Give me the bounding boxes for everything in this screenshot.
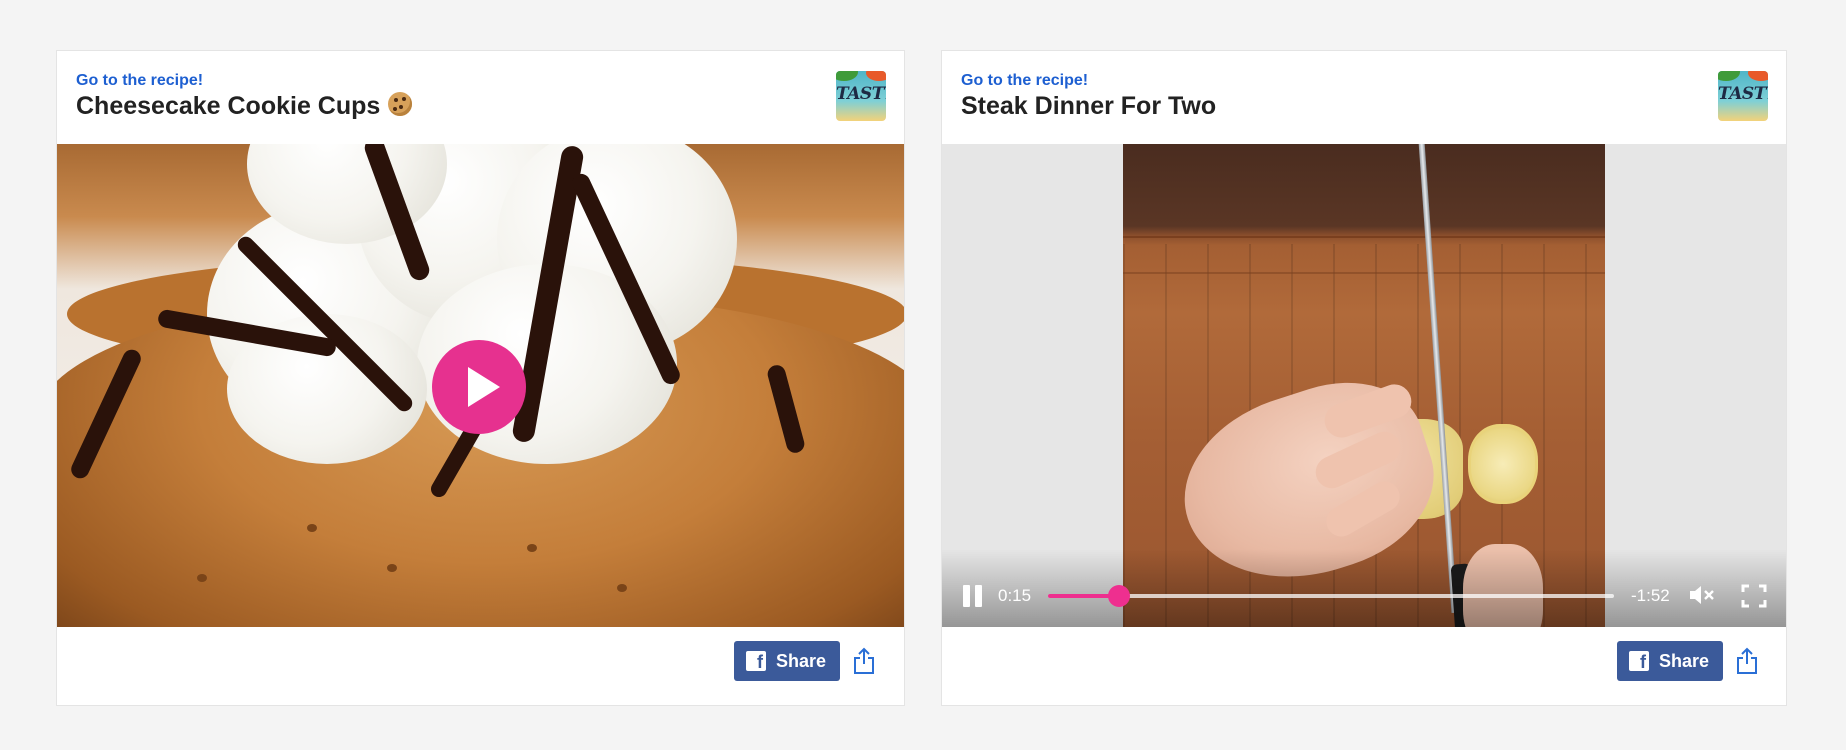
facebook-icon: f bbox=[746, 651, 766, 671]
facebook-share-button[interactable]: f Share bbox=[1617, 641, 1724, 681]
share-label: Share bbox=[776, 650, 827, 671]
cookie-icon bbox=[388, 92, 413, 116]
recipe-title-text: Cheesecake Cookie Cups bbox=[76, 92, 381, 120]
go-to-recipe-link[interactable]: Go to the recipe! bbox=[961, 72, 1088, 90]
card-footer: f Share bbox=[942, 625, 1786, 705]
recipe-video-thumbnail[interactable] bbox=[57, 144, 904, 627]
card-header: Go to the recipe! Cheesecake Cookie Cups… bbox=[57, 51, 904, 144]
recipe-card-cheesecake-cookie-cups: Go to the recipe! Cheesecake Cookie Cups… bbox=[56, 50, 905, 706]
progress-scrubber[interactable] bbox=[1107, 585, 1130, 607]
play-button[interactable] bbox=[432, 340, 526, 434]
share-export-icon[interactable] bbox=[1735, 647, 1759, 675]
recipe-title: Steak Dinner For Two bbox=[961, 92, 1216, 121]
share-label: Share bbox=[1659, 650, 1710, 671]
share-export-icon[interactable] bbox=[852, 647, 876, 675]
facebook-icon: f bbox=[1629, 651, 1649, 671]
card-header: Go to the recipe! Steak Dinner For Two T… bbox=[942, 51, 1786, 144]
tasty-logo[interactable]: TASTY bbox=[836, 71, 886, 121]
progress-bar[interactable] bbox=[1048, 585, 1614, 607]
facebook-share-button[interactable]: f Share bbox=[734, 641, 841, 681]
tasty-logo-text: TASTY bbox=[836, 84, 886, 104]
tasty-logo[interactable]: TASTY bbox=[1718, 71, 1768, 121]
recipe-title-text: Steak Dinner For Two bbox=[961, 92, 1217, 120]
recipe-video-player[interactable]: 0:15 -1:52 bbox=[942, 144, 1786, 627]
remaining-time: -1:52 bbox=[1631, 586, 1670, 605]
recipe-title: Cheesecake Cookie Cups bbox=[76, 92, 413, 121]
pause-icon[interactable] bbox=[963, 585, 983, 607]
tasty-logo-text: TASTY bbox=[1718, 84, 1768, 104]
card-footer: f Share bbox=[57, 625, 904, 705]
go-to-recipe-link[interactable]: Go to the recipe! bbox=[76, 72, 203, 90]
recipe-card-steak-dinner-for-two: Go to the recipe! Steak Dinner For Two T… bbox=[941, 50, 1787, 706]
elapsed-time: 0:15 bbox=[998, 586, 1032, 605]
mute-icon[interactable] bbox=[1688, 583, 1716, 607]
fullscreen-icon[interactable] bbox=[1741, 584, 1767, 608]
video-controls: 0:15 -1:52 bbox=[942, 549, 1786, 627]
